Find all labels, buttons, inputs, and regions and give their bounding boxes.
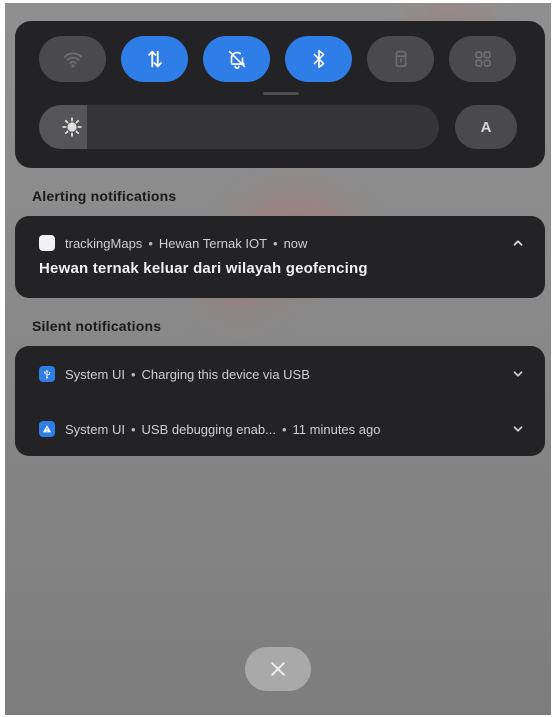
separator-dot: •: [130, 421, 136, 437]
usb-icon: [39, 366, 55, 382]
chevron-down-icon[interactable]: [511, 422, 525, 436]
silent-bell-icon: [228, 50, 245, 69]
notification-header: trackingMaps • Hewan Ternak IOT • now: [39, 235, 525, 251]
notification-time: now: [283, 235, 308, 251]
drag-handle[interactable]: [263, 92, 299, 95]
chevron-down-icon[interactable]: [511, 367, 525, 381]
separator-dot: •: [273, 235, 278, 251]
separator-dot: •: [148, 235, 153, 251]
notification-time: 11 minutes ago: [292, 421, 381, 437]
auto-brightness-button[interactable]: A: [455, 105, 517, 149]
flashlight-icon: [395, 50, 406, 68]
trackingmaps-app-icon: [39, 235, 55, 251]
notification-text: USB debugging enab...: [141, 421, 276, 437]
notification-app-name: trackingMaps: [65, 235, 143, 251]
brightness-slider[interactable]: [39, 105, 439, 149]
usb-debugging-icon: [39, 421, 55, 437]
notification-app-name: System UI: [65, 421, 125, 437]
brightness-icon: [62, 117, 82, 137]
bluetooth-tile[interactable]: [285, 36, 352, 82]
silent-notifications-card: System UI • Charging this device via USB…: [15, 346, 545, 456]
mobile-data-icon: [147, 50, 162, 68]
grid-icon: [474, 51, 491, 67]
separator-dot: •: [281, 421, 287, 437]
wifi-icon: [63, 52, 82, 68]
notification-channel: Hewan Ternak IOT: [158, 235, 268, 251]
close-icon: [271, 662, 285, 676]
separator-dot: •: [130, 366, 136, 382]
notification-text: Charging this device via USB: [141, 366, 310, 382]
notification-title: Hewan ternak keluar dari wilayah geofenc…: [39, 260, 368, 277]
quick-settings-panel: A: [15, 21, 545, 168]
silent-section-title: Silent notifications: [32, 318, 162, 334]
mobile-data-tile[interactable]: [121, 36, 188, 82]
alerting-section-title: Alerting notifications: [32, 188, 177, 204]
clear-all-button[interactable]: [245, 647, 311, 691]
bluetooth-icon: [313, 49, 324, 69]
flashlight-tile[interactable]: [367, 36, 434, 82]
more-tiles[interactable]: [449, 36, 516, 82]
alerting-notification-card[interactable]: trackingMaps • Hewan Ternak IOT • now He…: [15, 216, 545, 298]
chevron-up-icon[interactable]: [511, 236, 525, 250]
wifi-tile[interactable]: [39, 36, 106, 82]
do-not-disturb-tile[interactable]: [203, 36, 270, 82]
notification-app-name: System UI: [65, 366, 125, 382]
quick-settings-tiles: [39, 36, 516, 82]
silent-notification-usb-charging[interactable]: System UI • Charging this device via USB: [39, 366, 525, 382]
silent-notification-usb-debugging[interactable]: System UI • USB debugging enab... • 11 m…: [39, 421, 525, 437]
